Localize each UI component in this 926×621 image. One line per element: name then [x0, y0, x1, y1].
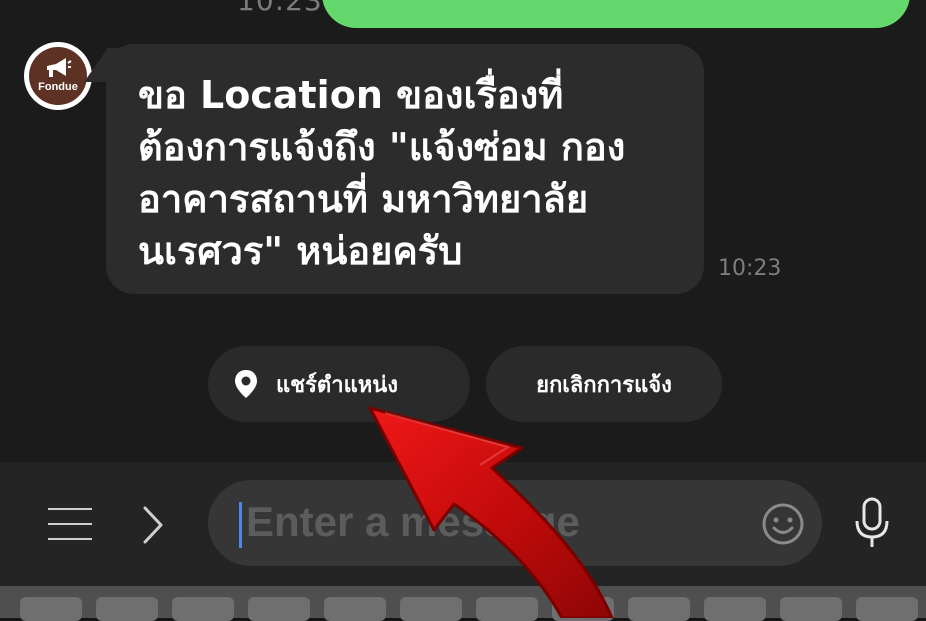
message-input-placeholder: Enter a message	[246, 498, 580, 545]
keyboard-key[interactable]	[780, 597, 842, 621]
emoji-icon[interactable]	[761, 502, 805, 546]
keyboard-key[interactable]	[248, 597, 310, 621]
keyboard-key[interactable]	[20, 597, 82, 621]
cancel-report-label: ยกเลิกการแจ้ง	[536, 372, 672, 398]
keyboard-key[interactable]	[628, 597, 690, 621]
previous-message-time: 10:23	[237, 0, 323, 17]
keyboard-key[interactable]	[476, 597, 538, 621]
text-cursor	[239, 502, 242, 548]
keyboard-key[interactable]	[856, 597, 918, 621]
keyboard-key[interactable]	[704, 597, 766, 621]
cancel-report-button[interactable]: ยกเลิกการแจ้ง	[486, 346, 722, 422]
received-message-text: ขอ Location ของเรื่องที่ ต้องการแจ้งถึง …	[138, 73, 626, 273]
mic-icon[interactable]	[852, 497, 892, 551]
keyboard-key[interactable]	[400, 597, 462, 621]
keyboard-key[interactable]	[96, 597, 158, 621]
menu-icon[interactable]	[48, 508, 92, 540]
sent-message-bubble[interactable]	[322, 0, 910, 28]
bot-avatar[interactable]: Fondue	[24, 42, 92, 110]
keyboard-key[interactable]	[172, 597, 234, 621]
avatar-label: Fondue	[38, 81, 78, 93]
chevron-right-icon[interactable]	[142, 505, 164, 545]
share-location-button[interactable]: แชร์ตำแหน่ง	[208, 346, 470, 422]
location-pin-icon	[234, 369, 258, 399]
megaphone-icon	[47, 58, 72, 77]
share-location-label: แชร์ตำแหน่ง	[276, 372, 399, 398]
received-message-time: 10:23	[718, 256, 782, 281]
fondue-logo: Fondue	[29, 47, 87, 105]
keyboard-key[interactable]	[552, 597, 614, 621]
keyboard-key[interactable]	[324, 597, 386, 621]
